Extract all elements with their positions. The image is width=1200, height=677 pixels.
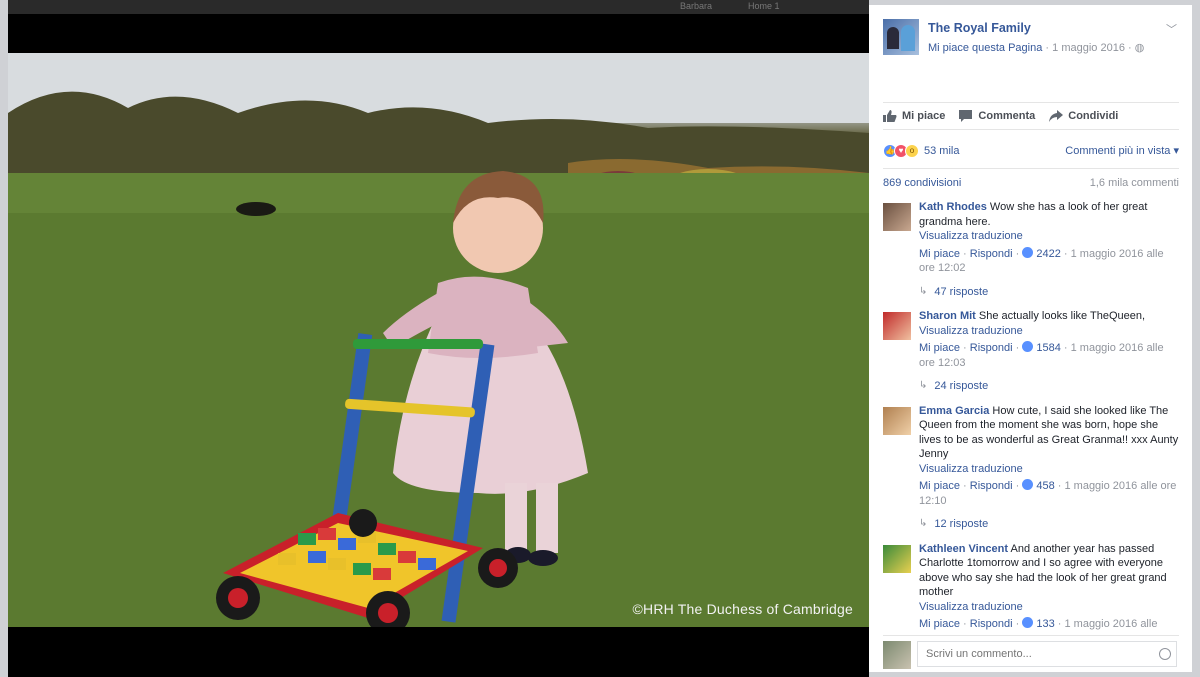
comment-like-link[interactable]: Mi piace (919, 342, 960, 354)
comment-like-link[interactable]: Mi piace (919, 248, 960, 260)
comment-input[interactable] (917, 641, 1177, 667)
post-date[interactable]: 1 maggio 2016 (1052, 42, 1125, 54)
reply-arrow-icon: ↳ (919, 285, 928, 297)
post-photo[interactable]: ©HRH The Duchess of Cambridge (8, 53, 869, 627)
photo-credit: ©HRH The Duchess of Cambridge (632, 601, 853, 617)
photo-illustration (8, 53, 869, 627)
comment-button[interactable]: Commenta (959, 110, 1035, 122)
shares-count-link[interactable]: 869 condivisioni (883, 177, 961, 189)
comment-like-count[interactable]: 1584 (1036, 342, 1060, 354)
comment-sort-dropdown[interactable]: Commenti più in vista ▾ (1065, 144, 1179, 157)
separator: · (1045, 42, 1050, 54)
comment-composer (883, 635, 1179, 669)
commenter-avatar[interactable] (883, 312, 911, 340)
background-text: Barbara (680, 1, 713, 11)
post-sidebar: The Royal Family Mi piace questa Pagina … (869, 5, 1192, 672)
comment-author[interactable]: Kathleen Vincent (919, 543, 1008, 555)
reply-arrow-icon: ↳ (919, 380, 928, 391)
like-button[interactable]: Mi piace (883, 110, 945, 122)
share-button-label: Condividi (1068, 110, 1119, 122)
commenter-avatar[interactable] (883, 406, 911, 435)
translate-link[interactable]: Visualizza traduzione (919, 229, 1179, 244)
comment-item: Kath Rhodes Wow she has a look of her gr… (883, 200, 1179, 299)
replies-count: 12 risposte (934, 518, 989, 530)
comment-meta: Mi piace · Rispondi · 458 · 1 maggio 201… (919, 479, 1177, 507)
comment-meta: Mi piace · Rispondi · 2422 · 1 maggio 20… (919, 246, 1164, 274)
comment-reply-link[interactable]: Rispondi (970, 480, 1013, 492)
comment-like-link[interactable]: Mi piace (919, 480, 960, 492)
comment-item: Sharon Mit She actually looks like TheQu… (883, 309, 1179, 394)
share-button[interactable]: Condividi (1049, 110, 1118, 122)
like-count-icon (1022, 617, 1034, 628)
like-count-icon (1022, 341, 1034, 352)
comment-like-count[interactable]: 133 (1036, 618, 1054, 630)
photo-viewer: Barbara Home 1 ©HRH The Duchess of Cambr… (8, 0, 869, 677)
like-count-icon (1022, 246, 1034, 258)
comment-like-count[interactable]: 458 (1036, 480, 1054, 492)
separator: · (1128, 42, 1132, 54)
thumbs-up-icon (883, 110, 897, 122)
replies-count: 47 risposte (934, 285, 989, 298)
comment-icon (959, 110, 973, 122)
comment-meta: Mi piace · Rispondi · 133 · 1 maggio 201… (919, 617, 1158, 630)
emoji-icon[interactable] (1159, 648, 1171, 660)
replies-count: 24 risposte (934, 380, 989, 392)
translate-link[interactable]: Visualizza traduzione (919, 462, 1179, 477)
comment-reply-link[interactable]: Rispondi (970, 342, 1013, 354)
comment-like-link[interactable]: Mi piace (919, 618, 960, 630)
comment-like-count[interactable]: 2422 (1036, 248, 1060, 260)
comment-author[interactable]: Kath Rhodes (919, 201, 987, 213)
comment-reply-link[interactable]: Rispondi (970, 618, 1013, 630)
comment-sort-label: Commenti più in vista (1065, 145, 1171, 157)
comment-time[interactable]: 1 maggio 2016 alle (1064, 618, 1157, 630)
share-stats: 869 condivisioni 1,6 mila commenti (883, 168, 1179, 196)
comments-count-link[interactable]: 1,6 mila commenti (1090, 177, 1179, 189)
background-header: Barbara Home 1 (8, 0, 869, 14)
share-arrow-icon (1049, 110, 1064, 122)
translate-link[interactable]: Visualizza traduzione (919, 600, 1179, 615)
comment-author[interactable]: Sharon Mit (919, 310, 976, 322)
page-avatar[interactable] (883, 19, 919, 55)
comment-meta: Mi piace · Rispondi · 1584 · 1 maggio 20… (919, 341, 1164, 369)
comment-text: She actually looks like TheQueen, (978, 310, 1146, 322)
wow-reaction-icon: o (905, 144, 919, 158)
comment-author[interactable]: Emma Garcia (919, 405, 989, 417)
post-actions: Mi piace Commenta Condividi (883, 102, 1179, 130)
view-replies-link[interactable]: ↳ 12 risposte (919, 517, 1179, 532)
reactions-bar: 👍 ♥ o 53 mila Commenti più in vista ▾ (883, 138, 1179, 164)
comment-item: Kathleen Vincent And another year has pa… (883, 542, 1179, 632)
view-replies-link[interactable]: ↳ 47 risposte (919, 285, 1179, 300)
comment-button-label: Commenta (978, 110, 1036, 122)
globe-icon: ◍ (1134, 42, 1145, 54)
commenter-avatar[interactable] (883, 203, 911, 231)
like-button-label: Mi piace (902, 110, 946, 122)
comments-list: Kath Rhodes Wow she has a look of her gr… (883, 200, 1179, 632)
reaction-count[interactable]: 53 mila (924, 145, 959, 157)
translate-link[interactable]: Visualizza traduzione (919, 324, 1179, 339)
post-meta: Mi piace questa Pagina · 1 maggio 2016 ·… (928, 41, 1144, 54)
reply-arrow-icon: ↳ (919, 518, 928, 529)
comment-item: Emma Garcia How cute, I said she looked … (883, 404, 1179, 532)
view-replies-link[interactable]: ↳ 24 risposte (919, 379, 1179, 394)
post-header: The Royal Family Mi piace questa Pagina … (883, 15, 1183, 75)
like-page-link[interactable]: Mi piace questa Pagina (928, 42, 1042, 54)
background-text: Home 1 (748, 1, 780, 11)
page-name-link[interactable]: The Royal Family (928, 21, 1031, 35)
user-avatar (883, 641, 911, 669)
chevron-down-icon[interactable]: ﹀ (1166, 21, 1177, 37)
like-count-icon (1022, 479, 1034, 490)
comment-reply-link[interactable]: Rispondi (970, 248, 1013, 260)
commenter-avatar[interactable] (883, 544, 911, 573)
